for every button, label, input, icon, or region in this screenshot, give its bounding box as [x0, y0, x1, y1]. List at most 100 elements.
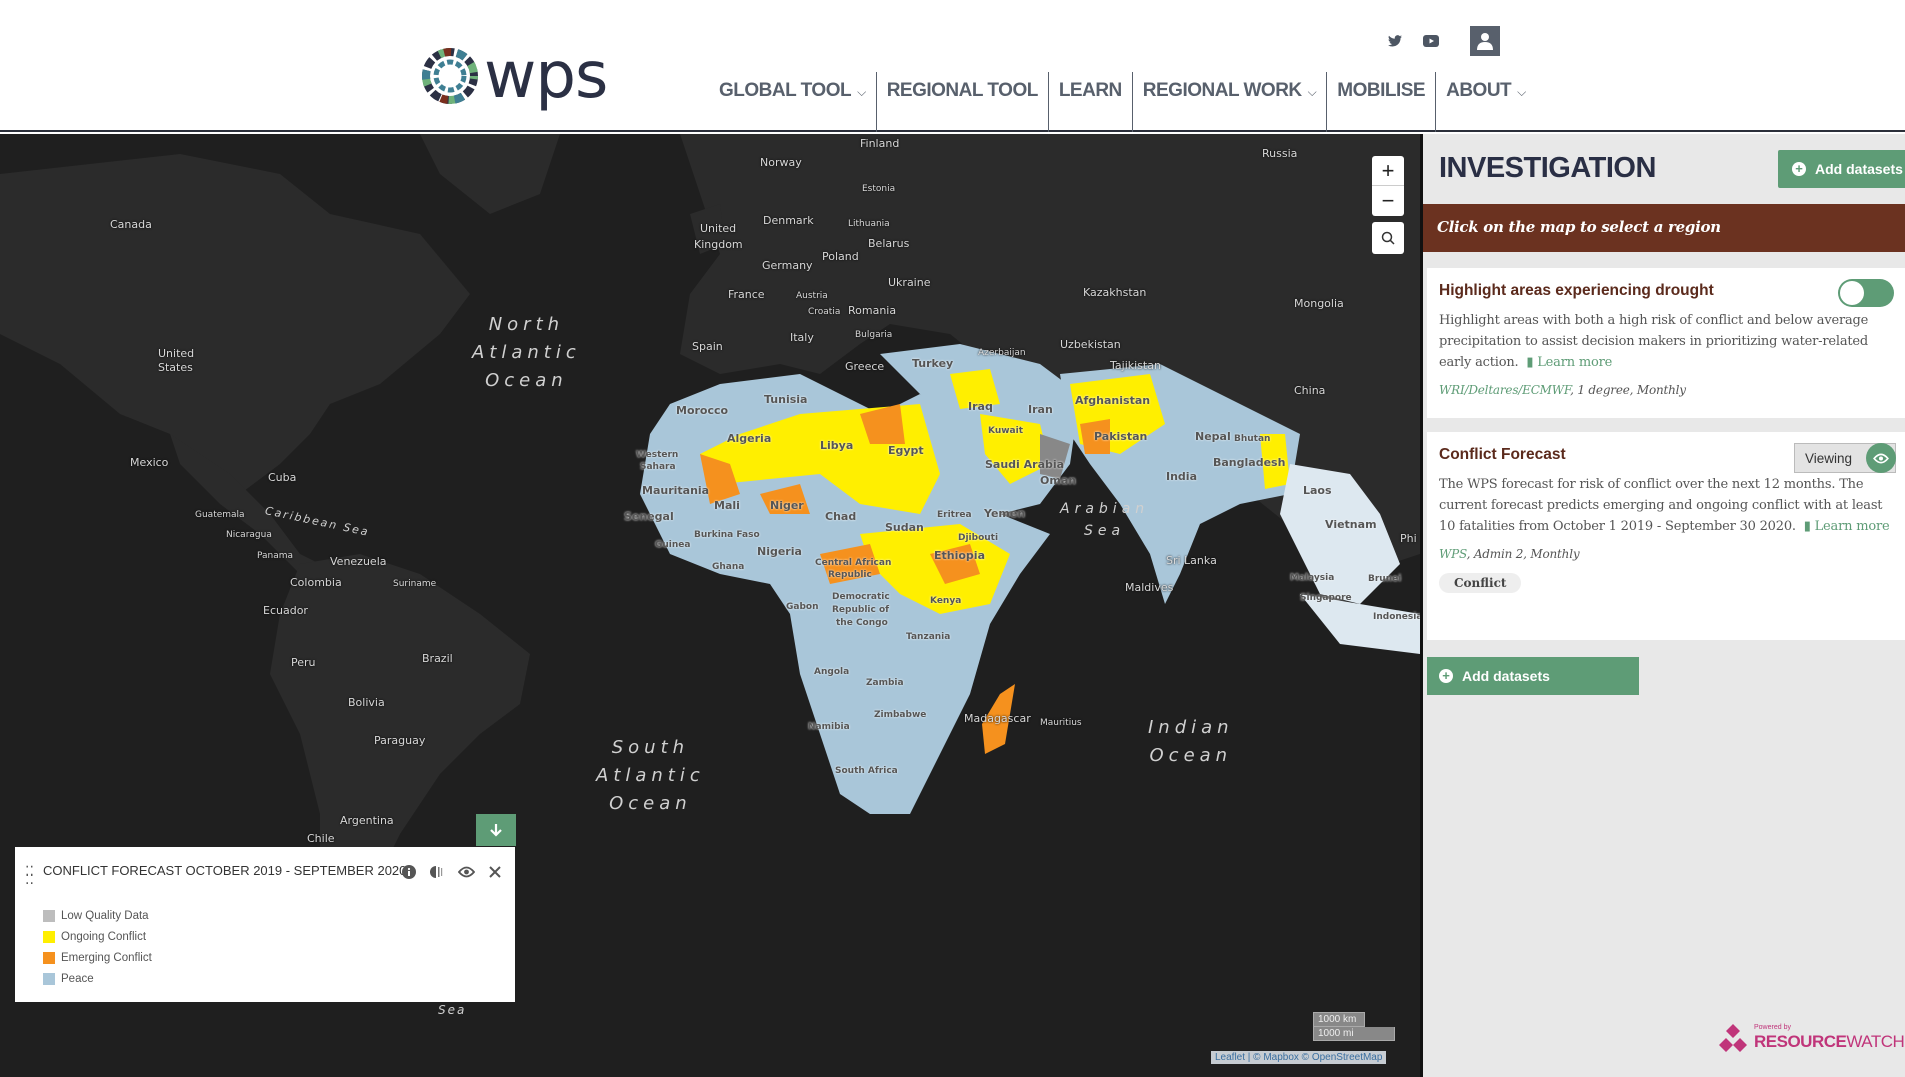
map-label: India — [1166, 470, 1197, 483]
map-label: Senegal — [624, 510, 674, 523]
info-icon[interactable] — [402, 865, 416, 879]
map-label: Croatia — [808, 307, 841, 317]
dataset-card-drought: Highlight areas experiencing drought Hig… — [1427, 268, 1905, 418]
map-label: Mexico — [130, 456, 169, 469]
zoom-control: + − — [1372, 156, 1404, 216]
map-label: Romania — [848, 304, 897, 317]
landmass-greenland — [420, 134, 560, 214]
legend-item: Low Quality Data — [43, 905, 152, 926]
legend-items: Low Quality Data Ongoing Conflict Emergi… — [43, 905, 152, 989]
opacity-icon[interactable] — [430, 865, 444, 879]
map-label: Mauritius — [1040, 718, 1082, 728]
category-tag[interactable]: Conflict — [1439, 573, 1522, 593]
zoom-in-button[interactable]: + — [1372, 156, 1404, 186]
legend-swatch — [43, 951, 55, 964]
map-label: Tanzania — [906, 632, 951, 642]
map-label: Kenya — [930, 596, 962, 606]
map-label: Indonesia — [1373, 612, 1420, 622]
scale-bar: 1000 km 1000 mi — [1313, 1012, 1395, 1041]
nav-regional-tool[interactable]: REGIONAL TOOL — [875, 72, 1048, 132]
add-datasets-button[interactable]: + Add datasets — [1778, 150, 1905, 188]
ocean-label-north-atlantic: North Atlantic Ocean — [472, 314, 581, 391]
map-label: United — [158, 347, 195, 360]
map-label: Bulgaria — [855, 330, 893, 340]
map-label: Kazakhstan — [1083, 286, 1147, 299]
map-label: Egypt — [888, 444, 924, 457]
add-datasets-button-bottom[interactable]: + Add datasets — [1427, 657, 1639, 695]
drag-handle-icon[interactable]: ⁚⁚ ⁚⁚ — [25, 864, 34, 886]
youtube-icon[interactable] — [1422, 32, 1440, 50]
chevron-down-icon: ⌵ — [857, 85, 866, 99]
map-label: Paraguay — [374, 734, 426, 747]
map-label: Lithuania — [848, 219, 890, 229]
map-label: Tajikistan — [1110, 359, 1161, 372]
map-search-button[interactable] — [1372, 222, 1404, 254]
dataset-card-conflict-forecast: Conflict Forecast Viewing The WPS foreca… — [1427, 432, 1905, 640]
logo-mark-icon — [422, 48, 478, 104]
map-label: Democratic — [832, 592, 890, 602]
zoom-out-button[interactable]: − — [1372, 186, 1404, 216]
map-label: Eritrea — [937, 510, 972, 520]
map-label: Guinea — [655, 540, 691, 550]
site-header: wps GLOBAL TOOL ⌵ REGIONAL TOOL LEARN REG… — [0, 0, 1905, 132]
map-label: Tunisia — [764, 393, 808, 406]
wps-logo[interactable]: wps — [420, 39, 608, 113]
map-label: Mauritania — [642, 484, 710, 497]
logo-text: wps — [484, 39, 608, 113]
legend-collapse-button[interactable] — [476, 814, 516, 846]
map-label: Venezuela — [330, 555, 387, 568]
viewing-toggle[interactable]: Viewing — [1794, 443, 1896, 473]
chevron-down-icon: ⌵ — [1307, 85, 1317, 99]
map-label: Burkina Faso — [694, 530, 760, 540]
map-label: Chile — [307, 832, 335, 845]
map-label: Finland — [860, 137, 900, 150]
nav-learn[interactable]: LEARN — [1047, 72, 1132, 132]
map-label: Bolivia — [348, 696, 385, 709]
map-label: Morocco — [676, 404, 729, 417]
legend-item: Emerging Conflict — [43, 947, 152, 968]
map-label: Niger — [770, 499, 804, 512]
toggle-knob — [1840, 281, 1864, 305]
map-label: Republic of — [832, 605, 890, 615]
map-label: Uzbekistan — [1060, 338, 1121, 351]
map-label: Suriname — [393, 579, 437, 589]
source-link[interactable]: WRI/Deltares/ECMWF — [1439, 383, 1570, 397]
map-label: Angola — [814, 667, 850, 677]
map-label: Yemen — [984, 507, 1026, 520]
map-label: Denmark — [763, 214, 814, 227]
map-label: Austria — [796, 291, 828, 301]
legend-item: Peace — [43, 968, 152, 989]
ocean-label-arabian: Arabian Sea — [1060, 501, 1150, 539]
map-label: Gabon — [786, 602, 819, 612]
drought-toggle[interactable] — [1838, 279, 1894, 307]
source-link[interactable]: WPS — [1439, 547, 1467, 561]
map-label: Algeria — [727, 432, 772, 445]
twitter-icon[interactable] — [1386, 32, 1404, 50]
map-label: Sahara — [640, 462, 676, 472]
close-icon[interactable] — [489, 866, 501, 878]
resource-watch-logo[interactable]: Powered by RESOURCEWATCH — [1718, 1023, 1905, 1053]
legend-swatch — [43, 930, 55, 943]
map-label: Guatemala — [195, 510, 245, 520]
map-canvas[interactable]: Canada United States Mexico Cuba Guatema… — [0, 134, 1420, 1077]
map-label: Oman — [1040, 474, 1077, 487]
eye-icon[interactable] — [458, 866, 475, 878]
map-label: Belarus — [868, 237, 910, 250]
map-attribution[interactable]: Leaflet | © Mapbox © OpenStreetMap — [1211, 1051, 1387, 1064]
map-label: Italy — [790, 331, 814, 344]
learn-more-link[interactable]: ▮ Learn more — [1804, 519, 1890, 534]
nav-mobilise[interactable]: MOBILISE — [1326, 72, 1435, 132]
resource-watch-icon — [1719, 1024, 1747, 1052]
map-label: Bangladesh — [1213, 456, 1286, 469]
nav-regional-work[interactable]: REGIONAL WORK ⌵ — [1131, 72, 1326, 132]
main-nav: GLOBAL TOOL ⌵ REGIONAL TOOL LEARN REGIONA… — [709, 72, 1536, 132]
map-label: Phi — [1400, 532, 1417, 545]
legend-title: CONFLICT FORECAST OCTOBER 2019 - SEPTEMB… — [43, 863, 407, 878]
user-account-button[interactable] — [1470, 26, 1500, 56]
nav-about[interactable]: ABOUT ⌵ — [1435, 72, 1536, 132]
learn-more-link[interactable]: ▮ Learn more — [1526, 355, 1612, 370]
search-icon — [1381, 231, 1395, 245]
map-label: Central African — [815, 558, 892, 568]
map-label: Ethiopia — [934, 549, 985, 562]
nav-global-tool[interactable]: GLOBAL TOOL ⌵ — [709, 72, 876, 132]
